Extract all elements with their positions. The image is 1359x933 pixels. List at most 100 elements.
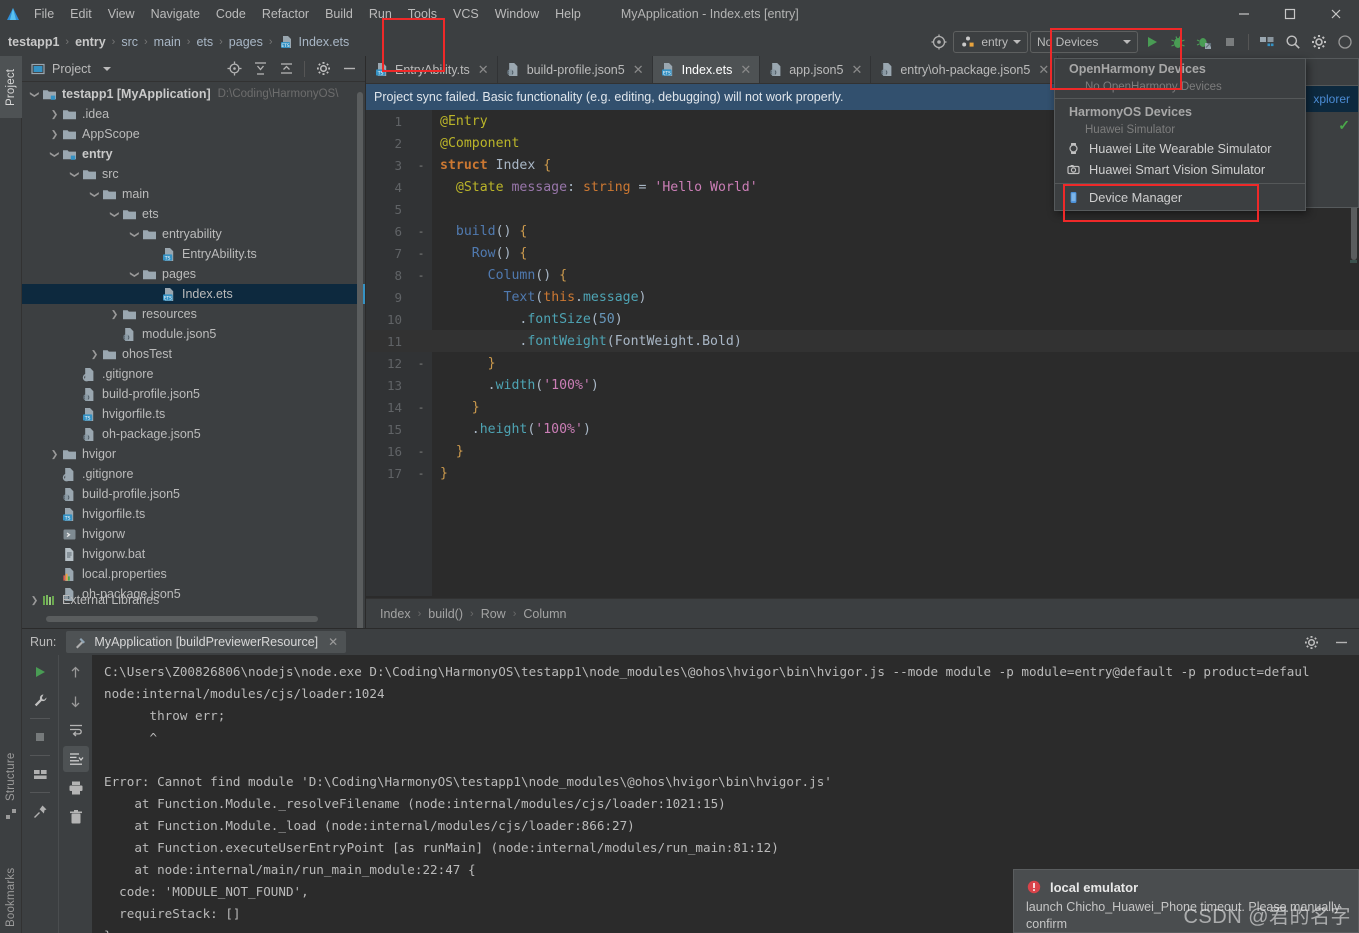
settings-gear-icon[interactable]	[1307, 30, 1331, 54]
collapse-all-icon[interactable]	[274, 57, 298, 81]
tab-close-icon[interactable]: ✕	[478, 62, 489, 78]
hide-panel-icon[interactable]	[337, 57, 361, 81]
run-panel-left-toolbar[interactable]	[22, 655, 58, 933]
module-selector[interactable]: entry	[953, 31, 1028, 53]
layout-icon[interactable]	[27, 761, 53, 787]
menu-refactor[interactable]: Refactor	[254, 3, 317, 25]
window-controls[interactable]	[1221, 0, 1359, 28]
breadcrumb-entry[interactable]: entry	[73, 35, 108, 49]
editor-breadcrumb-column[interactable]: Column	[523, 607, 566, 621]
gear-icon[interactable]	[311, 57, 335, 81]
breadcrumb-pages[interactable]: pages	[227, 35, 265, 49]
stop-icon[interactable]	[27, 724, 53, 750]
tree-item-gitignore[interactable]: .gitignore	[22, 364, 365, 384]
search-icon[interactable]	[1281, 30, 1305, 54]
account-icon[interactable]	[1333, 30, 1357, 54]
device-selector[interactable]: No Devices	[1030, 31, 1138, 53]
tree-item-module-json5[interactable]: module.json5	[22, 324, 365, 344]
breadcrumb-ets[interactable]: ets	[194, 35, 215, 49]
debug-button[interactable]	[1166, 30, 1190, 54]
chevron-down-icon[interactable]: ❯	[128, 228, 141, 241]
menu-help[interactable]: Help	[547, 3, 589, 25]
tree-item-entry[interactable]: ❯ entry	[22, 144, 365, 164]
editor-tab-app-json5[interactable]: app.json5 ✕	[760, 56, 872, 83]
tree-item-external-libraries[interactable]: ❯ External Libraries	[22, 590, 366, 610]
editor-tab-build-profile-json5[interactable]: build-profile.json5 ✕	[498, 56, 653, 83]
up-arrow-icon[interactable]	[63, 659, 89, 685]
target-icon[interactable]	[927, 30, 951, 54]
chevron-down-icon[interactable]: ❯	[88, 188, 101, 201]
chevron-down-icon[interactable]: ❯	[28, 88, 41, 101]
tree-item-ohostest[interactable]: ❯ ohosTest	[22, 344, 365, 364]
run-panel-right-toolbar[interactable]	[58, 655, 92, 933]
fold-marker[interactable]: -	[410, 401, 432, 414]
tree-item-resources[interactable]: ❯ resources	[22, 304, 365, 324]
fold-marker[interactable]: -	[410, 357, 432, 370]
chevron-right-icon[interactable]: ❯	[88, 348, 101, 361]
code-line[interactable]: 13 .width('100%')	[366, 374, 1359, 396]
tree-item-ets[interactable]: ❯ ets	[22, 204, 365, 224]
code-line[interactable]: 12- }	[366, 352, 1359, 374]
chevron-right-icon[interactable]: ❯	[48, 128, 61, 141]
tree-item-hvigor[interactable]: ❯ hvigor	[22, 444, 365, 464]
tree-item-testapp1-myapplication[interactable]: ❯ testapp1 [MyApplication] D:\Coding\Harmo…	[22, 84, 365, 104]
expand-all-icon[interactable]	[248, 57, 272, 81]
project-panel-actions[interactable]	[222, 57, 361, 81]
fold-marker[interactable]: -	[410, 247, 432, 260]
menu-edit[interactable]: Edit	[62, 3, 100, 25]
menu-vcs[interactable]: VCS	[445, 3, 487, 25]
locate-icon[interactable]	[222, 57, 246, 81]
hide-panel-icon[interactable]	[1329, 630, 1353, 654]
trash-icon[interactable]	[63, 804, 89, 830]
fold-marker[interactable]: -	[410, 159, 432, 172]
menu-tools[interactable]: Tools	[400, 3, 445, 25]
code-line[interactable]: 16- }	[366, 440, 1359, 462]
chevron-right-icon[interactable]: ❯	[108, 308, 121, 321]
maximize-button[interactable]	[1267, 0, 1313, 28]
code-line[interactable]: 10 .fontSize(50)	[366, 308, 1359, 330]
breadcrumb-testapp1[interactable]: testapp1	[6, 35, 61, 49]
code-line[interactable]: 9 Text(this.message)	[366, 286, 1359, 308]
tree-item-entryability-ts[interactable]: TS EntryAbility.ts	[22, 244, 365, 264]
tree-item-build-profile-json5[interactable]: build-profile.json5	[22, 484, 365, 504]
device-item-smart-vision[interactable]: Huawei Smart Vision Simulator	[1055, 159, 1305, 180]
editor-tab-entry-oh-package-json5[interactable]: entry\oh-package.json5 ✕	[871, 56, 1059, 83]
tree-item-build-profile-json5[interactable]: build-profile.json5	[22, 384, 365, 404]
project-tree[interactable]: ❯ testapp1 [MyApplication] D:\Coding\Harmo…	[22, 82, 365, 610]
device-item-lite-wearable[interactable]: Huawei Lite Wearable Simulator	[1055, 138, 1305, 159]
menu-file[interactable]: File	[26, 3, 62, 25]
attach-debugger-button[interactable]	[1192, 30, 1216, 54]
tree-item-src[interactable]: ❯ src	[22, 164, 365, 184]
chevron-right-icon[interactable]: ❯	[48, 108, 61, 121]
stop-button[interactable]	[1218, 30, 1242, 54]
sidebar-item-bookmarks[interactable]: Bookmarks	[0, 856, 22, 933]
tree-item-oh-package-json5[interactable]: oh-package.json5	[22, 424, 365, 444]
layout-inspector-icon[interactable]	[1255, 30, 1279, 54]
tab-close-icon[interactable]: ✕	[633, 62, 644, 78]
breadcrumb-main[interactable]: main	[152, 35, 183, 49]
menu-run[interactable]: Run	[361, 3, 400, 25]
sidebar-item-structure[interactable]: Structure	[0, 746, 22, 828]
pin-icon[interactable]	[27, 798, 53, 824]
code-line[interactable]: 7- Row() {	[366, 242, 1359, 264]
editor-breadcrumb[interactable]: Index › build() › Row › Column	[366, 598, 1359, 628]
breadcrumb-index-ets[interactable]: ETS Index.ets	[277, 34, 352, 50]
fold-marker[interactable]: -	[410, 467, 432, 480]
tab-close-icon[interactable]: ✕	[851, 62, 862, 78]
device-dropdown-menu[interactable]: OpenHarmony Devices No OpenHarmony Devic…	[1054, 58, 1306, 211]
soft-wrap-icon[interactable]	[63, 717, 89, 743]
tab-close-icon[interactable]: ✕	[740, 62, 751, 78]
chevron-down-icon[interactable]: ❯	[68, 168, 81, 181]
menu-code[interactable]: Code	[208, 3, 254, 25]
tree-item-entryability[interactable]: ❯ entryability	[22, 224, 365, 244]
fold-marker[interactable]: -	[410, 269, 432, 282]
sidebar-item-project[interactable]: Project	[0, 56, 22, 118]
tree-item-pages[interactable]: ❯ pages	[22, 264, 365, 284]
project-horizontal-scrollbar[interactable]	[46, 616, 318, 622]
editor-breadcrumb-build[interactable]: build()	[428, 607, 463, 621]
editor-breadcrumb-row[interactable]: Row	[481, 607, 506, 621]
scroll-to-end-icon[interactable]	[62, 746, 89, 772]
project-vertical-scrollbar[interactable]	[357, 92, 363, 652]
menu-build[interactable]: Build	[317, 3, 361, 25]
close-button[interactable]	[1313, 0, 1359, 28]
